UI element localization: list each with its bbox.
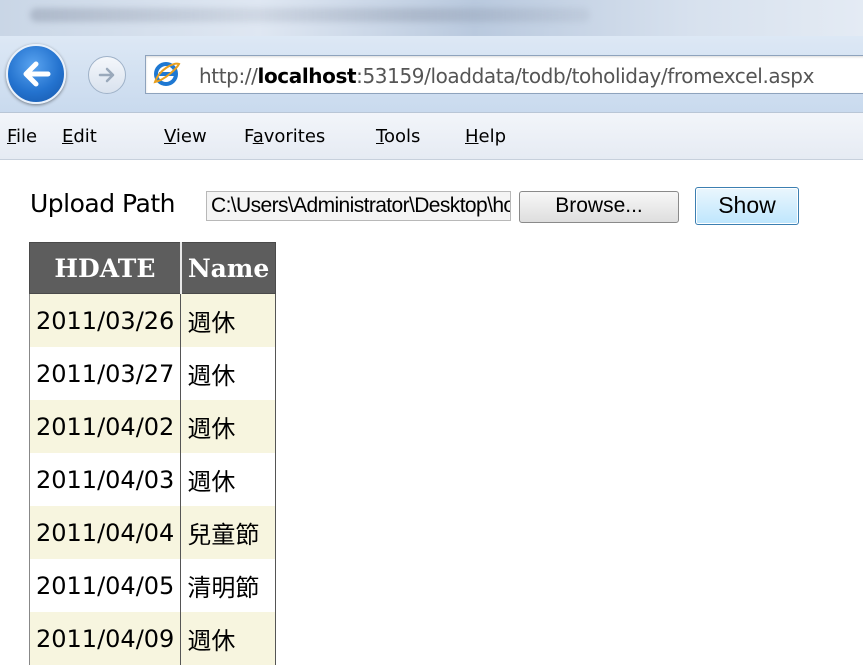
cell-hdate: 2011/04/04 <box>28 506 182 559</box>
menu-bar <box>0 112 863 160</box>
back-arrow-icon <box>23 61 51 87</box>
file-path-input[interactable]: C:\Users\Administrator\Desktop\holiday.x… <box>206 191 511 221</box>
menu-help[interactable]: Help <box>465 126 506 147</box>
cell-name: 週休 <box>180 612 277 665</box>
table-header-row: HDATE Name <box>28 242 277 294</box>
cell-name: 週休 <box>180 453 277 506</box>
menu-edit[interactable]: Edit <box>62 126 97 147</box>
cell-hdate: 2011/04/09 <box>28 612 182 665</box>
back-button[interactable] <box>6 44 66 104</box>
menu-file-accel: F <box>7 126 17 147</box>
url-host: localhost <box>257 64 357 88</box>
cell-hdate: 2011/04/02 <box>28 400 182 453</box>
menu-help-rest: elp <box>478 126 507 147</box>
table-row: 2011/03/27 週休 <box>28 347 277 400</box>
table-row: 2011/04/03 週休 <box>28 453 277 506</box>
holiday-table: HDATE Name 2011/03/26 週休 2011/03/27 週休 2… <box>28 242 277 665</box>
show-button[interactable]: Show <box>695 187 799 225</box>
forward-button[interactable] <box>88 56 126 94</box>
menu-favorites-rest: vorites <box>263 126 326 147</box>
menu-view-rest: iew <box>175 126 207 147</box>
table-row: 2011/04/04 兒童節 <box>28 506 277 559</box>
header-name: Name <box>180 242 277 294</box>
menu-tools[interactable]: Tools <box>376 126 420 147</box>
address-url[interactable]: http://localhost:53159/loaddata/todb/toh… <box>199 64 814 88</box>
header-hdate: HDATE <box>28 242 182 294</box>
menu-file-rest: ile <box>16 126 38 147</box>
forward-arrow-icon <box>98 67 115 83</box>
menu-edit-rest: dit <box>73 126 97 147</box>
menu-help-accel: H <box>465 126 479 147</box>
browse-button[interactable]: Browse... <box>519 191 679 223</box>
cell-hdate: 2011/04/03 <box>28 453 182 506</box>
table-row: 2011/04/05 清明節 <box>28 559 277 612</box>
table-row: 2011/04/09 週休 <box>28 612 277 665</box>
menu-favorites-pre: F <box>244 126 253 147</box>
menu-view[interactable]: View <box>164 126 207 147</box>
menu-tools-rest: ools <box>383 126 421 147</box>
cell-hdate: 2011/03/26 <box>28 293 182 347</box>
table-row: 2011/03/26 週休 <box>28 293 277 347</box>
cell-hdate: 2011/04/05 <box>28 559 182 612</box>
url-rest: :53159/loaddata/todb/toholiday/fromexcel… <box>356 64 815 88</box>
cell-name: 週休 <box>180 293 277 347</box>
menu-view-accel: V <box>164 126 176 147</box>
menu-favorites-accel: a <box>252 126 264 147</box>
table-row: 2011/04/02 週休 <box>28 400 277 453</box>
menu-edit-accel: E <box>62 126 74 147</box>
cell-name: 週休 <box>180 400 277 453</box>
cell-name: 兒童節 <box>180 506 277 559</box>
menu-favorites[interactable]: Favorites <box>244 126 325 147</box>
ie-page-icon <box>153 62 181 86</box>
upload-path-label: Upload Path <box>30 189 175 218</box>
menu-file[interactable]: File <box>7 126 37 147</box>
cell-hdate: 2011/03/27 <box>28 347 182 400</box>
cell-name: 清明節 <box>180 559 277 612</box>
url-prefix: http:// <box>199 64 258 88</box>
window-title-blurred <box>30 8 590 22</box>
cell-name: 週休 <box>180 347 277 400</box>
menu-tools-accel: T <box>376 126 384 147</box>
